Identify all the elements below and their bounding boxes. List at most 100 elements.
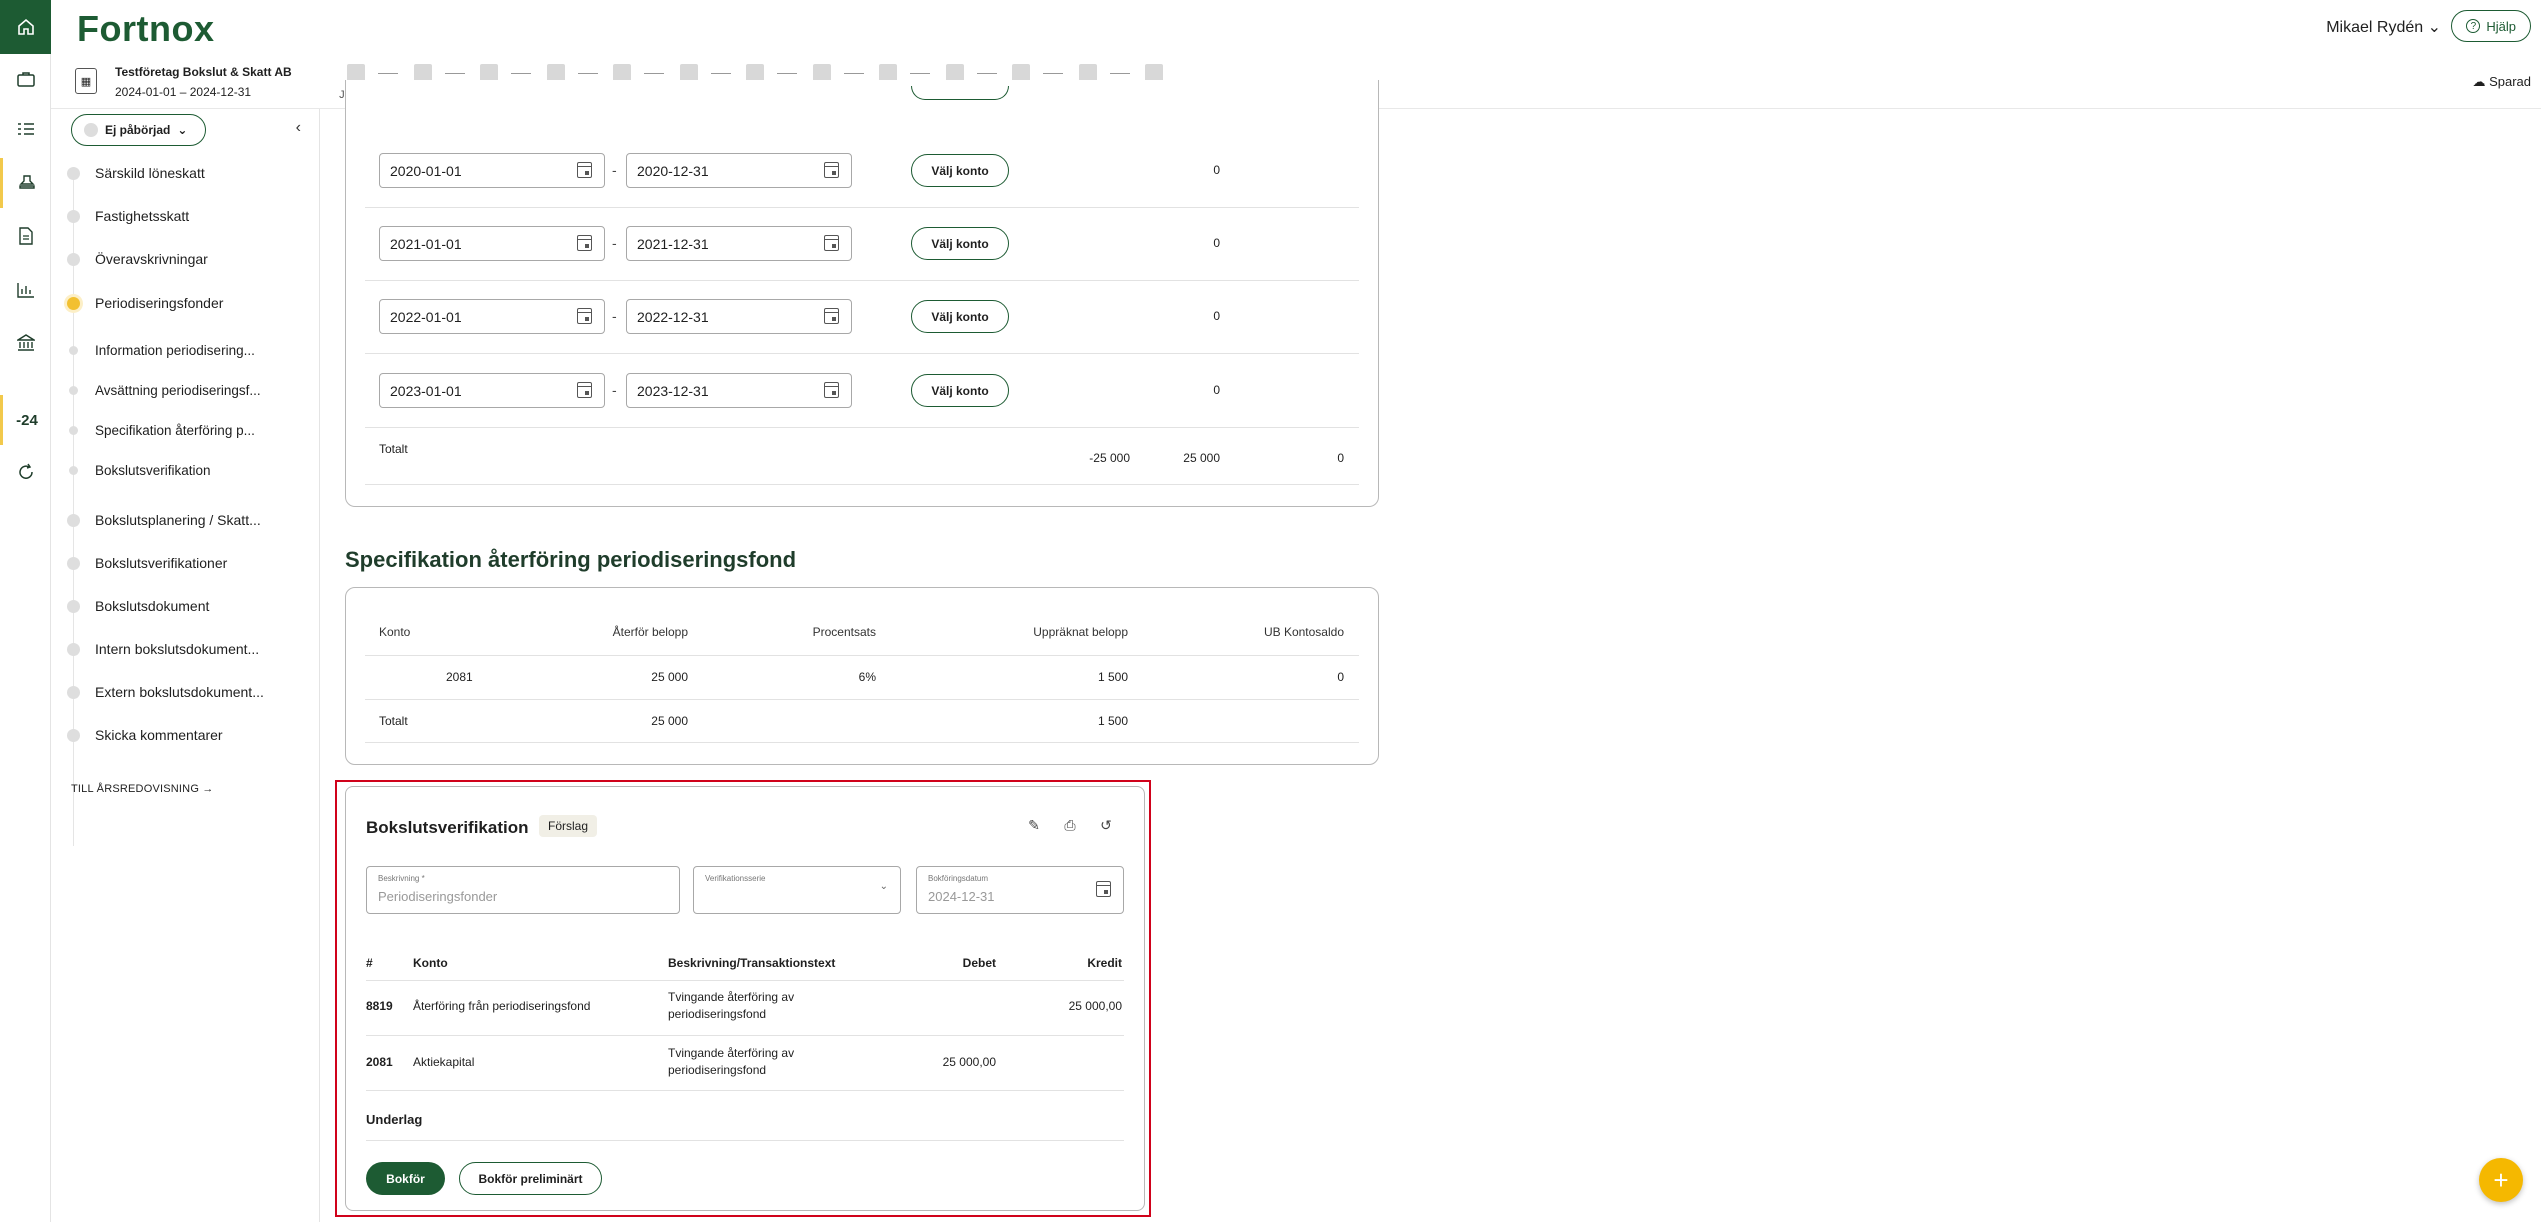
refresh-icon[interactable] — [0, 447, 51, 497]
from-date-input[interactable]: 2021-01-01 — [379, 226, 605, 261]
stamp-icon[interactable] — [0, 158, 51, 208]
sidebar-item-label: Särskild löneskatt — [95, 165, 205, 181]
to-date-input[interactable]: 2020-12-31 — [626, 153, 852, 188]
row-text-1: Tvingande återföring av — [668, 1046, 795, 1060]
range-dash: - — [612, 235, 617, 251]
status-icon — [84, 123, 98, 137]
timeline-connector — [843, 73, 864, 74]
sidebar-item-12[interactable]: Extern bokslutsdokument... — [67, 684, 264, 700]
booking-date-field[interactable]: Bokföringsdatum 2024-12-31 — [916, 866, 1124, 914]
step-dot-icon — [69, 346, 78, 355]
select-account-button[interactable]: Välj konto — [911, 300, 1009, 333]
row-text-2: periodiseringsfond — [668, 1063, 767, 1077]
sidebar-item-label: Information periodisering... — [95, 343, 255, 358]
edit-icon[interactable]: ✎ — [1025, 817, 1043, 835]
sidebar-item-1[interactable]: Fastighetsskatt — [67, 208, 189, 224]
to-date-input[interactable]: 2023-12-31 — [626, 373, 852, 408]
saved-status: ☁ Sparad — [2472, 74, 2531, 90]
sidebar-item-label: Periodiseringsfonder — [95, 295, 224, 311]
select-account-button[interactable]: Välj konto — [911, 374, 1009, 407]
row-account: Aktiekapital — [413, 1055, 475, 1069]
attachments-heading[interactable]: Underlag — [366, 1112, 422, 1127]
description-field[interactable]: Beskrivning * Periodiseringsfonder — [366, 866, 680, 914]
sidebar-item-0[interactable]: Särskild löneskatt — [67, 165, 205, 181]
saved-label: Sparad — [2489, 74, 2531, 89]
company-icon: ▦ — [75, 68, 97, 94]
to-annual-report-link[interactable]: TILL ÅRSREDOVISNING → — [71, 783, 214, 795]
spec-title: Specifikation återföring periodiseringsf… — [345, 547, 797, 572]
step-dot-icon — [67, 252, 80, 266]
briefcase-icon[interactable] — [0, 54, 51, 104]
from-date-input[interactable]: 2022-01-01 — [379, 299, 605, 334]
row-text-2: periodiseringsfond — [668, 1007, 767, 1021]
sidebar-item-9[interactable]: Bokslutsverifikationer — [67, 555, 227, 571]
bank-icon[interactable] — [0, 318, 51, 368]
step-dot-icon — [67, 209, 80, 223]
spec-total-amount: 25 000 — [651, 714, 688, 728]
divider — [365, 655, 1359, 656]
company-name: Testföretag Bokslut & Skatt AB — [115, 65, 292, 79]
sidebar-item-label: Fastighetsskatt — [95, 208, 190, 224]
book-preliminary-button[interactable]: Bokför preliminärt — [459, 1162, 602, 1195]
fund-panel — [345, 80, 1379, 507]
to-date-input[interactable]: 2021-12-31 — [626, 226, 852, 261]
series-select[interactable]: Verifikationsserie ⌄ — [693, 866, 901, 914]
select-account-button[interactable]: Välj konto — [911, 227, 1009, 260]
timeline-connector — [1043, 73, 1063, 74]
top-header: Fortnox Mikael Rydén ⌄ ? Hjälp — [51, 0, 2541, 54]
home-icon[interactable] — [0, 0, 51, 54]
sidebar-item-2[interactable]: Överavskrivningar — [67, 251, 208, 267]
document-icon[interactable] — [0, 211, 51, 261]
add-button[interactable]: + — [2479, 1158, 2523, 1202]
spec-row-calculated: 1 500 — [1097, 670, 1128, 684]
checklist-icon[interactable] — [0, 104, 51, 154]
book-button[interactable]: Bokför — [366, 1162, 445, 1195]
sidebar-item-8[interactable]: Bokslutsplanering / Skatt... — [67, 512, 261, 528]
print-icon[interactable]: ⎙ — [1061, 817, 1079, 835]
voucher-title: Bokslutsverifikation — [366, 818, 529, 837]
row-debet: 25 000,00 — [942, 1055, 996, 1069]
calendar-icon[interactable] — [824, 308, 839, 324]
chart-icon[interactable] — [0, 265, 51, 315]
history-icon[interactable]: ↺ — [1097, 817, 1115, 835]
sidebar-item-13[interactable]: Skicka kommentarer — [67, 727, 223, 743]
fortnox-logo[interactable]: Fortnox — [77, 8, 214, 50]
sidebar-item-10[interactable]: Bokslutsdokument — [67, 598, 209, 614]
divider — [365, 742, 1359, 743]
to-date-input[interactable]: 2022-12-31 — [626, 299, 852, 334]
sidebar-item-4[interactable]: Information periodisering... — [67, 343, 255, 358]
from-date-input[interactable]: 2023-01-01 — [379, 373, 605, 408]
help-button[interactable]: ? Hjälp — [2451, 10, 2531, 42]
calendar-icon[interactable] — [577, 162, 592, 178]
fund-total-v2: 25 000 — [1183, 451, 1220, 465]
select-account-button[interactable]: Välj konto — [911, 154, 1009, 187]
booking-date-value: 2024-12-31 — [928, 889, 995, 904]
calendar-icon[interactable] — [577, 308, 592, 324]
calendar-icon[interactable] — [824, 235, 839, 251]
calendar-icon[interactable] — [577, 235, 592, 251]
from-date-value: 2020-01-01 — [390, 163, 462, 179]
from-date-value: 2023-01-01 — [390, 383, 462, 399]
calendar-icon[interactable] — [1083, 873, 1123, 908]
calendar-icon[interactable] — [824, 382, 839, 398]
year-selector[interactable]: -24 — [0, 395, 51, 445]
row-nr: 2081 — [366, 1055, 393, 1069]
spec-total-label: Totalt — [379, 714, 408, 728]
divider — [366, 1140, 1124, 1141]
sidebar-item-11[interactable]: Intern bokslutsdokument... — [67, 641, 259, 657]
sidebar-item-label: Bokslutsdokument — [95, 598, 210, 614]
calendar-icon[interactable] — [824, 162, 839, 178]
collapse-sidebar-icon[interactable]: ‹ — [296, 119, 301, 137]
step-dot-icon — [67, 513, 80, 527]
status-dropdown[interactable]: Ej påbörjad ⌄ — [71, 114, 207, 146]
sidebar-item-3[interactable]: Periodiseringsfonder — [67, 295, 223, 311]
sidebar-item-5[interactable]: Avsättning periodiseringsf... — [67, 383, 261, 398]
spec-total-calculated: 1 500 — [1097, 714, 1128, 728]
from-date-input[interactable]: 2020-01-01 — [379, 153, 605, 188]
sidebar-item-6[interactable]: Specifikation återföring p... — [67, 423, 255, 438]
spec-header-calculated: Uppräknat belopp — [1033, 625, 1128, 639]
sidebar-item-7[interactable]: Bokslutsverifikation — [67, 463, 211, 478]
user-menu[interactable]: Mikael Rydén ⌄ — [2326, 17, 2441, 37]
spec-row-balance: 0 — [1337, 670, 1344, 684]
calendar-icon[interactable] — [577, 382, 592, 398]
